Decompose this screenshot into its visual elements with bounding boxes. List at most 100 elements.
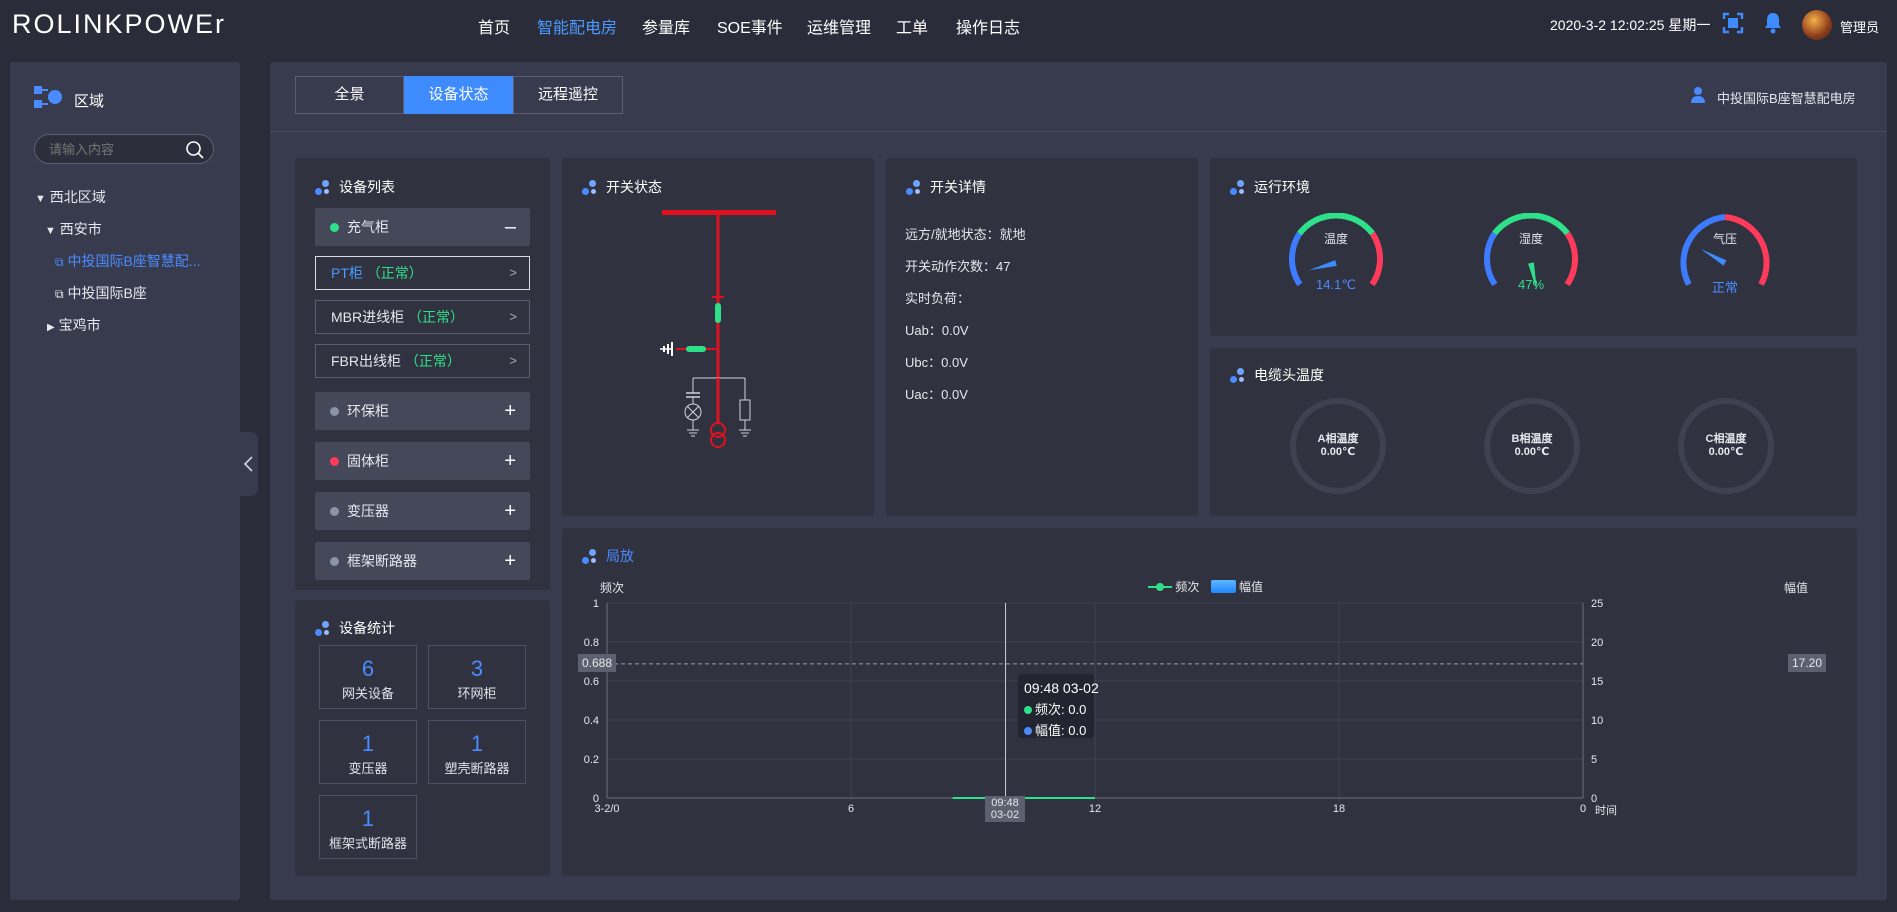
group-gas-cabinet[interactable]: 充气柜 – bbox=[315, 208, 530, 246]
divider bbox=[270, 131, 1887, 132]
group-transformer[interactable]: 变压器 + bbox=[315, 492, 530, 530]
y2-tick-label: 10 bbox=[1591, 715, 1603, 727]
chevron-right-icon: > bbox=[509, 353, 517, 368]
stat-gateway[interactable]: 6 网关设备 bbox=[319, 645, 417, 709]
fullscreen-icon[interactable] bbox=[1722, 12, 1744, 34]
gauge-value: 14.1℃ bbox=[1316, 277, 1356, 292]
tree-node-zhongtou-smart[interactable]: ⧉ 中投国际B座智慧配... bbox=[55, 251, 200, 271]
pressure-gauge: 气压 正常 bbox=[1675, 213, 1775, 303]
tooltip-title: 09:48 03-02 bbox=[1024, 680, 1099, 696]
stat-transformer[interactable]: 1 变压器 bbox=[319, 720, 417, 784]
search-box[interactable] bbox=[34, 134, 214, 164]
y-tick-label: 0.8 bbox=[584, 637, 599, 649]
nav-param-lib[interactable]: 参量库 bbox=[642, 14, 690, 38]
tab-device-status[interactable]: 设备状态 bbox=[404, 76, 513, 114]
nav-ops-management[interactable]: 运维管理 bbox=[807, 14, 871, 38]
tab-overview[interactable]: 全景 bbox=[295, 76, 404, 114]
busbar bbox=[662, 210, 776, 215]
section-dots-icon bbox=[1230, 367, 1246, 383]
crosshair-left-marker: 0.688 bbox=[578, 654, 616, 672]
gauge-label: 温度 bbox=[1323, 232, 1348, 246]
avatar[interactable] bbox=[1802, 10, 1832, 40]
search-input[interactable] bbox=[49, 139, 179, 159]
brand-logo: ROLINKPOWEr bbox=[12, 9, 227, 39]
device-stats-title: 设备统计 bbox=[315, 618, 395, 638]
tree-node-zhongtou-b[interactable]: ⧉ 中投国际B座 bbox=[55, 283, 147, 303]
tree-node-baoji[interactable]: ▶ 宝鸡市 bbox=[47, 315, 101, 335]
realtime-load: 实时负荷： bbox=[905, 291, 971, 306]
tooltip-row-frequency: 频次: 0.0 bbox=[1024, 699, 1088, 718]
x-tick-label: 3-2/0 bbox=[594, 803, 619, 815]
expand-icon[interactable]: + bbox=[504, 392, 516, 430]
group-eco-cabinet[interactable]: 环保柜 + bbox=[315, 392, 530, 430]
nav-smart-room[interactable]: 智能配电房 bbox=[537, 14, 617, 38]
nav-soe-events[interactable]: SOE事件 bbox=[717, 14, 783, 38]
chevron-left-icon[interactable] bbox=[242, 455, 256, 473]
device-mbr-cabinet[interactable]: MBR进线柜 （正常） > bbox=[315, 300, 530, 334]
location-user-icon bbox=[1691, 87, 1705, 103]
x-tick-label: 12 bbox=[1089, 803, 1101, 815]
user-name[interactable]: 管理员 bbox=[1840, 17, 1879, 36]
tab-remote-control[interactable]: 远程遥控 bbox=[513, 76, 623, 114]
voltage-uac: Uac：0.0V bbox=[905, 387, 968, 402]
group-frame-breaker[interactable]: 框架断路器 + bbox=[315, 542, 530, 580]
section-dots-icon bbox=[582, 179, 598, 195]
switch-detail-card: 开关详情 远方/就地状态：就地 开关动作次数：47 实时负荷： Uab：0.0V… bbox=[886, 158, 1198, 516]
stat-ring-cabinet[interactable]: 3 环网柜 bbox=[428, 645, 526, 709]
breaker-contact bbox=[715, 303, 721, 323]
single-line-diagram bbox=[660, 210, 776, 448]
y-tick-label: 0.6 bbox=[584, 676, 599, 688]
cable-temp-card: 电缆头温度 A相温度 0.00℃ B相温度 0.00℃ C相温度 0.00℃ bbox=[1210, 348, 1857, 516]
datetime: 2020-3-2 12:02:25 星期一 bbox=[1550, 17, 1711, 33]
environment-title: 运行环境 bbox=[1230, 177, 1310, 197]
expand-icon[interactable]: + bbox=[504, 492, 516, 530]
arrester-icon bbox=[739, 399, 751, 421]
x-tick-label: 6 bbox=[848, 803, 854, 815]
tree-node-xian[interactable]: ▼ 西安市 bbox=[45, 219, 102, 239]
main-panel: 全景 设备状态 远程遥控 中投国际B座智慧配电房 设备列表 充气柜 – PT柜 … bbox=[270, 62, 1887, 900]
expand-icon[interactable]: + bbox=[504, 542, 516, 580]
stat-frame-breaker[interactable]: 1 框架式断路器 bbox=[319, 795, 417, 859]
environment-card: 运行环境 温度 14.1℃ 湿度 47% 气压 正常 bbox=[1210, 158, 1857, 336]
layers-icon: ⧉ bbox=[55, 255, 64, 269]
voltage-ubc: Ubc：0.0V bbox=[905, 355, 968, 370]
caret-down-icon[interactable]: ▼ bbox=[35, 193, 46, 205]
tooltip-row-amplitude: 幅值: 0.0 bbox=[1024, 720, 1088, 739]
voltage-uab: Uab：0.0V bbox=[905, 323, 969, 338]
humidity-gauge: 湿度 47% bbox=[1481, 213, 1581, 303]
caret-right-icon[interactable]: ▶ bbox=[47, 322, 55, 333]
search-icon[interactable] bbox=[185, 140, 205, 160]
y-tick-label: 1 bbox=[593, 598, 599, 610]
sidebar-collapse-handle[interactable] bbox=[240, 432, 258, 496]
x-tick-label: 0 bbox=[1580, 803, 1586, 815]
tree-node-northwest[interactable]: ▼ 西北区域 bbox=[35, 187, 106, 207]
tooltip-dot bbox=[1024, 727, 1032, 735]
bell-icon[interactable] bbox=[1762, 11, 1784, 35]
remote-local-status: 远方/就地状态：就地 bbox=[905, 227, 1026, 242]
gauge-value: 47% bbox=[1517, 277, 1545, 292]
device-fbr-cabinet[interactable]: FBR出线柜 （正常） > bbox=[315, 344, 530, 378]
cursor-x-label: 09:48 03-02 bbox=[985, 796, 1025, 822]
ground-switch-contact bbox=[686, 346, 706, 352]
group-solid-cabinet[interactable]: 固体柜 + bbox=[315, 442, 530, 480]
crosshair-right-marker: 17.20 bbox=[1788, 654, 1826, 672]
x-tick-label: 18 bbox=[1333, 803, 1345, 815]
nav-work-orders[interactable]: 工单 bbox=[896, 14, 928, 38]
switch-status-title: 开关状态 bbox=[582, 177, 662, 197]
phase-a-temp-ring: A相温度 0.00℃ bbox=[1290, 398, 1386, 494]
nav-operation-log[interactable]: 操作日志 bbox=[956, 14, 1020, 38]
nav-home[interactable]: 首页 bbox=[478, 14, 510, 38]
gauge-value: 正常 bbox=[1711, 280, 1738, 295]
caret-down-icon[interactable]: ▼ bbox=[45, 225, 56, 237]
cable-temp-title: 电缆头温度 bbox=[1230, 365, 1324, 385]
gauge-needle bbox=[1700, 249, 1727, 266]
stat-mccb[interactable]: 1 塑壳断路器 bbox=[428, 720, 526, 784]
device-pt-cabinet[interactable]: PT柜 （正常） > bbox=[315, 256, 530, 290]
phase-c-temp-ring: C相温度 0.00℃ bbox=[1678, 398, 1774, 494]
device-list-title: 设备列表 bbox=[315, 177, 395, 197]
section-dots-icon bbox=[906, 179, 922, 195]
partial-discharge-chart: 1 250.8 200.6 150.4 100.2 50 03-2/0 6 12 18 0 时间 bbox=[584, 598, 1617, 817]
expand-icon[interactable]: + bbox=[504, 442, 516, 480]
collapse-icon[interactable]: – bbox=[505, 208, 516, 246]
temperature-gauge: 温度 14.1℃ bbox=[1286, 213, 1386, 303]
